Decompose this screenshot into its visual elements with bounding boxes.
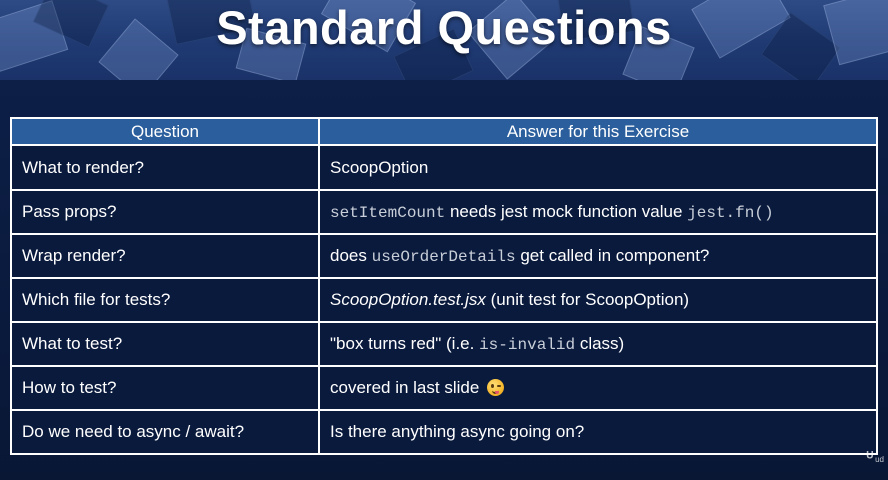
column-header-question: Question xyxy=(10,117,320,146)
question-cell: Which file for tests? xyxy=(10,277,320,323)
table-row: Wrap render? does useOrderDetails get ca… xyxy=(10,233,878,279)
answer-text: class) xyxy=(575,334,625,353)
answer-cell: setItemCount needs jest mock function va… xyxy=(318,189,878,235)
answer-text: does xyxy=(330,246,372,265)
filename-text: ScoopOption.test.jsx xyxy=(330,290,486,309)
question-cell: Do we need to async / await? xyxy=(10,409,320,455)
code-text: useOrderDetails xyxy=(371,248,516,266)
question-cell: Wrap render? xyxy=(10,233,320,279)
question-cell: How to test? xyxy=(10,365,320,411)
question-cell: What to render? xyxy=(10,144,320,191)
title-banner: Standard Questions xyxy=(0,0,888,80)
column-header-answer: Answer for this Exercise xyxy=(318,117,878,146)
answer-cell: covered in last slide xyxy=(318,365,878,411)
answer-cell: Is there anything async going on? xyxy=(318,409,878,455)
table-row: Pass props? setItemCount needs jest mock… xyxy=(10,189,878,235)
table-row: Do we need to async / await? Is there an… xyxy=(10,409,878,455)
answer-text: get called in component? xyxy=(515,246,710,265)
udemy-logo-icon: ᵁ xyxy=(866,449,874,466)
code-text: is-invalid xyxy=(479,336,576,354)
answer-cell: "box turns red" (i.e. is-invalid class) xyxy=(318,321,878,367)
code-text: jest.fn() xyxy=(687,204,774,222)
answer-cell: ScoopOption.test.jsx (unit test for Scoo… xyxy=(318,277,878,323)
table-header-row: Question Answer for this Exercise xyxy=(10,117,878,146)
answer-text: needs jest mock function value xyxy=(445,202,688,221)
slide-title: Standard Questions xyxy=(216,1,672,54)
table-row: What to render? ScoopOption xyxy=(10,144,878,191)
winking-face-emoji-icon xyxy=(487,379,505,396)
table-row: How to test? covered in last slide xyxy=(10,365,878,411)
answer-text: covered in last slide xyxy=(330,378,480,397)
answer-cell: ScoopOption xyxy=(318,144,878,191)
answer-text: (unit test for ScoopOption) xyxy=(485,290,690,309)
question-cell: What to test? xyxy=(10,321,320,367)
table-row: Which file for tests? ScoopOption.test.j… xyxy=(10,277,878,323)
question-cell: Pass props? xyxy=(10,189,320,235)
watermark-text: ud xyxy=(875,455,884,464)
table-row: What to test? "box turns red" (i.e. is-i… xyxy=(10,321,878,367)
questions-table: Question Answer for this Exercise What t… xyxy=(10,117,878,455)
answer-cell: does useOrderDetails get called in compo… xyxy=(318,233,878,279)
udemy-watermark: ᵁ ud xyxy=(867,449,884,466)
code-text: setItemCount xyxy=(330,204,446,222)
answer-text: "box turns red" (i.e. xyxy=(330,334,480,353)
